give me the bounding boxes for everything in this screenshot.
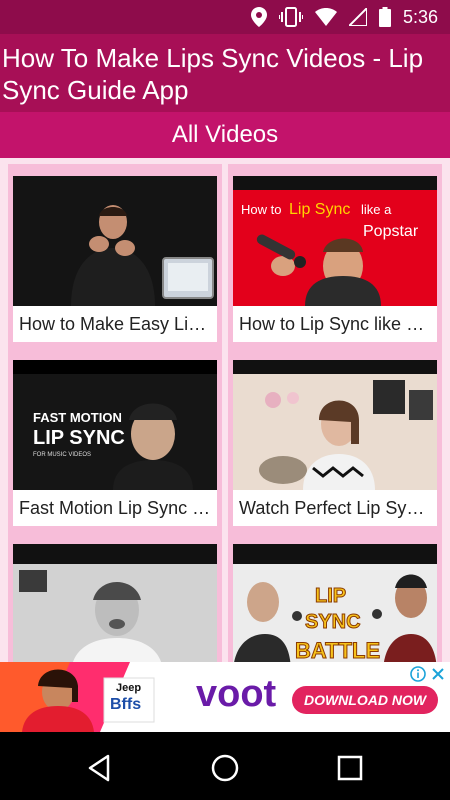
app-bar: How To Make Lips Sync Videos - Lip Sync … <box>0 34 450 112</box>
video-thumbnail[interactable] <box>13 544 217 662</box>
thumbnail-fast-motion: FAST MOTION LIP SYNC FOR MUSIC VIDEOS <box>13 360 217 490</box>
video-card[interactable]: Watch Perfect Lip Sync Videos <box>228 348 442 536</box>
thumb-text-sync: SYNC <box>305 611 361 633</box>
video-title[interactable]: Fast Motion Lip Sync for Music Videos <box>13 490 217 526</box>
back-icon[interactable] <box>84 752 116 784</box>
video-title[interactable]: How to Make Easy Lip Sync Videos <box>13 306 217 342</box>
thumbnail-woman-room <box>233 360 437 490</box>
vibrate-icon <box>278 7 303 27</box>
thumb-text-lipsync: Lip Sync <box>289 201 350 218</box>
status-icons: 5:36 <box>250 6 438 28</box>
thumb-text-howto: How to <box>241 202 281 217</box>
ad-close-icon[interactable] <box>430 666 446 682</box>
cell-signal-icon <box>348 8 367 26</box>
thumb-text-lipsync-big: LIP SYNC <box>33 427 125 449</box>
thumbnail-man-singing <box>13 544 217 662</box>
ad-cta-button[interactable]: DOWNLOAD NOW <box>292 686 438 714</box>
video-card[interactable]: FAST MOTION LIP SYNC FOR MUSIC VIDEOS Fa… <box>8 348 222 536</box>
thumbnail-popstar: How to Lip Sync like a Popstar <box>233 176 437 306</box>
video-thumbnail[interactable] <box>13 176 217 306</box>
thumbnail-lip-sync-battle: LIP SYNC BATTLE <box>233 544 437 662</box>
ad-info-icon[interactable] <box>410 666 426 682</box>
home-icon[interactable] <box>209 752 241 784</box>
battery-icon <box>378 7 391 27</box>
thumb-text-battle: BATTLE <box>295 638 380 662</box>
thumb-text-formusic: FOR MUSIC VIDEOS <box>33 452 91 458</box>
status-bar: 5:36 <box>0 0 450 34</box>
video-grid[interactable]: How to Make Easy Lip Sync Videos How to … <box>0 158 450 662</box>
video-title[interactable]: Watch Perfect Lip Sync Videos <box>233 490 437 526</box>
video-title[interactable]: How to Lip Sync like a Popstar <box>233 306 437 342</box>
ad-bffs-label: Bffs <box>110 696 142 713</box>
video-thumbnail[interactable]: FAST MOTION LIP SYNC FOR MUSIC VIDEOS <box>13 360 217 490</box>
navigation-bar <box>0 732 450 800</box>
section-title: All Videos <box>0 112 450 158</box>
thumb-text-likea: like a <box>361 202 392 217</box>
ad-brand[interactable]: voot <box>196 674 276 714</box>
thumb-text-popstar: Popstar <box>363 223 419 240</box>
video-thumbnail[interactable]: LIP SYNC BATTLE <box>233 544 437 662</box>
location-icon <box>250 7 267 27</box>
thumbnail-man-signing <box>13 176 217 306</box>
video-card[interactable] <box>8 532 222 662</box>
video-card[interactable]: How to Make Easy Lip Sync Videos <box>8 164 222 352</box>
video-thumbnail[interactable] <box>233 360 437 490</box>
app-title: How To Make Lips Sync Videos - Lip Sync … <box>2 43 424 105</box>
thumb-text-lip: LIP <box>315 585 346 607</box>
video-thumbnail[interactable]: How to Lip Sync like a Popstar <box>233 176 437 306</box>
ad-banner[interactable]: Jeep Bffs voot DOWNLOAD NOW <box>0 662 450 732</box>
video-card[interactable]: LIP SYNC BATTLE <box>228 532 442 662</box>
video-card[interactable]: How to Lip Sync like a Popstar How to Li… <box>228 164 442 352</box>
ad-jeep-label: Jeep <box>116 682 142 694</box>
thumb-text-fastmotion: FAST MOTION <box>33 410 122 425</box>
status-time: 5:36 <box>402 6 438 27</box>
wifi-icon <box>314 8 337 26</box>
recents-icon[interactable] <box>334 752 366 784</box>
